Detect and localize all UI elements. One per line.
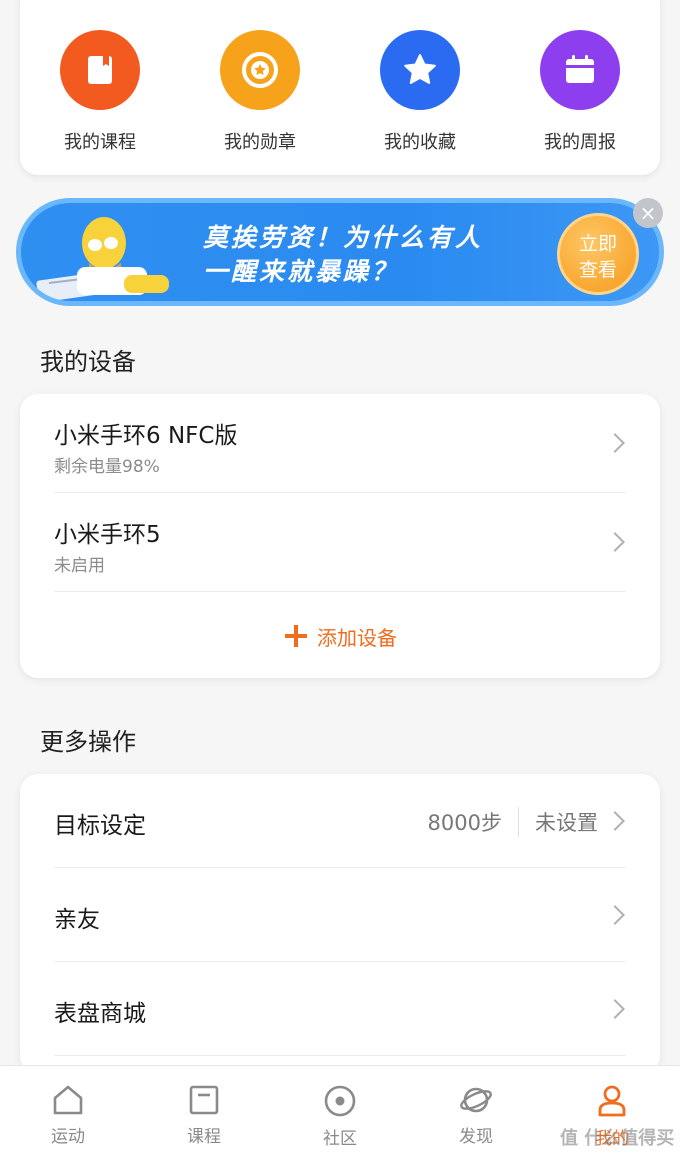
plus-icon bbox=[285, 625, 307, 647]
goal-setting-row[interactable]: 目标设定 8000步 未设置 bbox=[54, 774, 626, 868]
device-status: 剩余电量98% bbox=[54, 457, 160, 477]
banner-line-2: 一醒来就暴躁？ bbox=[203, 257, 400, 286]
shortcut-my-medals[interactable]: 我的勋章 bbox=[180, 0, 340, 175]
chevron-right-icon bbox=[605, 433, 625, 453]
device-name: 小米手环6 NFC版 bbox=[54, 423, 238, 449]
goal-steps-value: 8000步 bbox=[427, 811, 502, 835]
shortcuts-card: 我的课程 我的勋章 我的收藏 我的周报 bbox=[20, 0, 660, 175]
nav-label: 运动 bbox=[51, 1127, 85, 1147]
close-icon: × bbox=[639, 201, 657, 225]
banner-close-button[interactable]: × bbox=[633, 198, 663, 228]
banner-line-1: 莫挨劳资！为什么有人 bbox=[203, 223, 484, 252]
banner-button-line-2: 查看 bbox=[578, 259, 617, 281]
shortcut-label: 我的收藏 bbox=[384, 132, 456, 153]
add-device-button[interactable]: 添加设备 bbox=[20, 614, 660, 658]
shortcut-my-courses[interactable]: 我的课程 bbox=[20, 0, 180, 175]
chevron-right-icon bbox=[605, 905, 625, 925]
device-name: 小米手环5 bbox=[54, 522, 161, 548]
shortcut-label: 我的周报 bbox=[544, 132, 616, 153]
nav-tab-community[interactable]: 社区 bbox=[272, 1066, 408, 1156]
chevron-right-icon bbox=[605, 532, 625, 552]
shortcut-label: 我的勋章 bbox=[224, 132, 296, 153]
star-icon bbox=[380, 30, 460, 110]
shortcut-my-weekly-report[interactable]: 我的周报 bbox=[500, 0, 660, 175]
house-icon bbox=[53, 1085, 83, 1115]
shortcut-my-favorites[interactable]: 我的收藏 bbox=[340, 0, 500, 175]
chevron-right-icon bbox=[605, 811, 625, 831]
promo-banner[interactable]: 莫挨劳资！为什么有人 一醒来就暴躁？ 立即 查看 bbox=[16, 198, 664, 306]
nav-label: 社区 bbox=[323, 1129, 357, 1149]
more-section-title: 更多操作 bbox=[40, 728, 136, 756]
community-icon bbox=[324, 1085, 356, 1117]
value-divider bbox=[518, 807, 519, 837]
add-device-label: 添加设备 bbox=[317, 625, 397, 650]
course-icon bbox=[189, 1085, 219, 1115]
friends-row[interactable]: 亲友 bbox=[54, 868, 626, 962]
nav-label: 课程 bbox=[187, 1127, 221, 1147]
goal-status: 未设置 bbox=[535, 811, 598, 835]
nav-label: 发现 bbox=[459, 1127, 493, 1147]
banner-view-button[interactable]: 立即 查看 bbox=[557, 213, 639, 295]
nav-tab-courses[interactable]: 课程 bbox=[136, 1066, 272, 1156]
chevron-right-icon bbox=[605, 999, 625, 1019]
cartoon-character-image bbox=[36, 217, 169, 301]
watermark-text: 值 什么值得买 bbox=[560, 1128, 675, 1149]
person-icon bbox=[598, 1085, 626, 1117]
banner-button-line-1: 立即 bbox=[578, 233, 617, 255]
more-actions-card: 目标设定 8000步 未设置 亲友 表盘商城 bbox=[20, 774, 660, 1074]
devices-section-title: 我的设备 bbox=[40, 348, 136, 376]
medal-icon bbox=[220, 30, 300, 110]
banner-headline: 莫挨劳资！为什么有人 一醒来就暴躁？ bbox=[203, 221, 483, 289]
device-status: 未启用 bbox=[54, 556, 105, 576]
devices-card: 小米手环6 NFC版 剩余电量98% 小米手环5 未启用 添加设备 bbox=[20, 394, 660, 678]
friends-label: 亲友 bbox=[54, 907, 100, 933]
calendar-icon bbox=[540, 30, 620, 110]
goal-setting-values: 8000步 未设置 bbox=[428, 807, 598, 837]
shortcut-label: 我的课程 bbox=[64, 132, 136, 153]
watch-face-store-label: 表盘商城 bbox=[54, 1001, 146, 1027]
watch-face-store-row[interactable]: 表盘商城 bbox=[54, 962, 626, 1056]
goal-setting-label: 目标设定 bbox=[54, 813, 146, 839]
device-row[interactable]: 小米手环5 未启用 bbox=[54, 493, 626, 592]
nav-tab-discover[interactable]: 发现 bbox=[408, 1066, 544, 1156]
book-icon bbox=[60, 30, 140, 110]
nav-tab-workout[interactable]: 运动 bbox=[0, 1066, 136, 1156]
device-row[interactable]: 小米手环6 NFC版 剩余电量98% bbox=[54, 394, 626, 493]
discover-icon bbox=[460, 1087, 492, 1113]
